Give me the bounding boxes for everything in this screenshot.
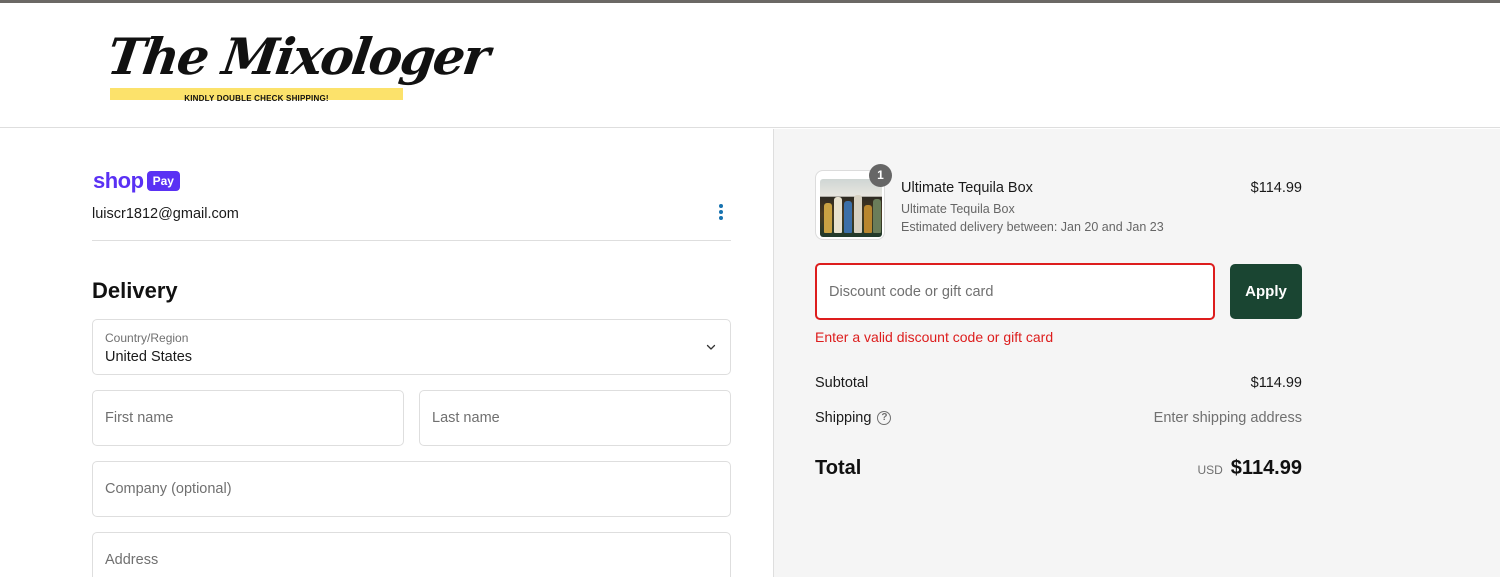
product-variant: Ultimate Tequila Box <box>901 202 1015 216</box>
logo-tagline: KINDLY DOUBLE CHECK SHIPPING! <box>184 94 329 103</box>
shipping-label: Shipping <box>815 410 872 426</box>
section-divider <box>92 240 731 241</box>
question-circle-icon[interactable]: ? <box>877 411 892 425</box>
shop-pay-logo: shop Pay <box>93 168 180 194</box>
store-logo[interactable]: The Mixologer KINDLY DOUBLE CHECK SHIPPI… <box>104 27 492 107</box>
company-field[interactable] <box>92 461 731 517</box>
logo-wordmark: The Mixologer <box>103 27 492 86</box>
account-email: luiscr1812@gmail.com <box>92 206 239 222</box>
country-select[interactable]: Country/Region United States <box>92 319 731 375</box>
company-input[interactable] <box>93 462 730 516</box>
total-value-group: USD $114.99 <box>1197 457 1302 480</box>
currency-code: USD <box>1197 463 1223 477</box>
product-price: $114.99 <box>1250 180 1302 196</box>
pay-badge: Pay <box>146 171 180 191</box>
first-name-field[interactable] <box>92 390 404 446</box>
product-name: Ultimate Tequila Box <box>901 180 1033 196</box>
discount-error: Enter a valid discount code or gift card <box>815 329 1054 345</box>
logo-tagline-band: KINDLY DOUBLE CHECK SHIPPING! <box>110 88 403 103</box>
country-label: Country/Region <box>105 331 189 345</box>
country-value: United States <box>105 349 193 365</box>
address-field[interactable] <box>92 532 731 577</box>
shipping-value: Enter shipping address <box>1153 410 1302 426</box>
total-amount: $114.99 <box>1230 457 1302 479</box>
total-label: Total <box>815 457 862 479</box>
more-vertical-icon[interactable] <box>712 202 730 222</box>
shop-wordmark: shop <box>93 168 144 193</box>
delivery-heading: Delivery <box>92 278 178 303</box>
discount-input[interactable] <box>817 265 1213 318</box>
quantity-badge: 1 <box>869 164 892 187</box>
last-name-field[interactable] <box>419 390 731 446</box>
apply-button[interactable]: Apply <box>1230 264 1302 319</box>
last-name-input[interactable] <box>420 391 730 445</box>
subtotal-value: $114.99 <box>1250 375 1302 391</box>
chevron-down-icon <box>706 344 716 350</box>
subtotal-label: Subtotal <box>815 375 869 391</box>
first-name-input[interactable] <box>93 391 403 445</box>
shipping-row-label: Shipping ? <box>815 410 892 426</box>
discount-field[interactable] <box>815 263 1215 320</box>
product-delivery-estimate: Estimated delivery between: Jan 20 and J… <box>901 220 1164 234</box>
site-header: The Mixologer KINDLY DOUBLE CHECK SHIPPI… <box>0 3 1500 128</box>
product-image <box>820 179 882 237</box>
address-input[interactable] <box>93 533 730 577</box>
